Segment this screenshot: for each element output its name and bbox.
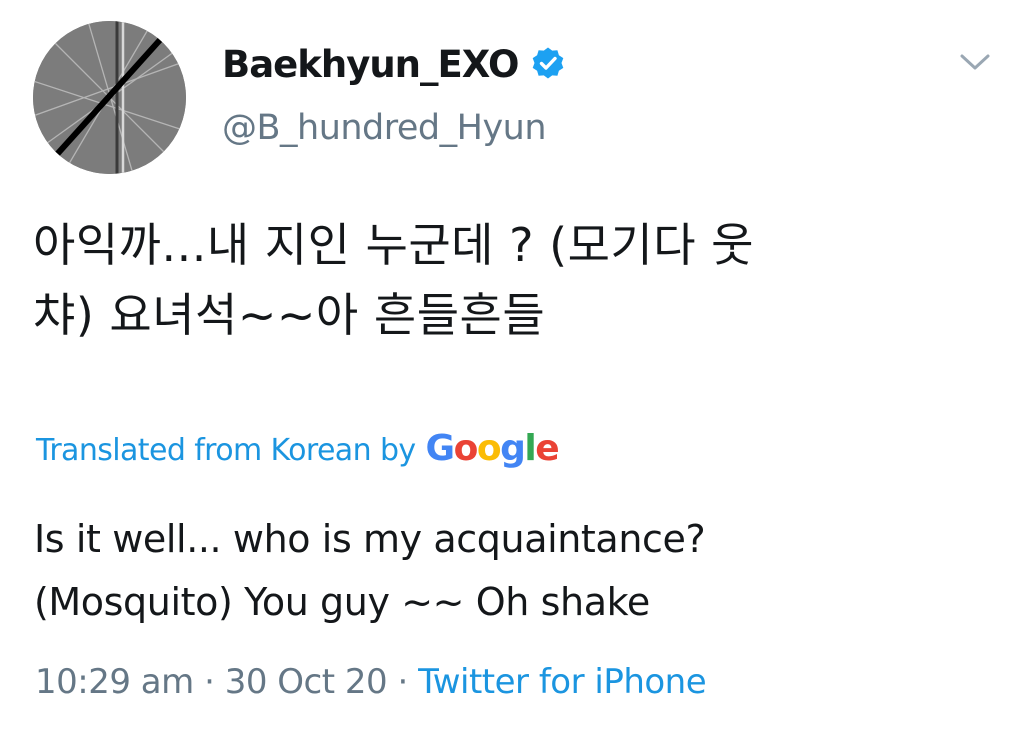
translated-from-label[interactable]: Translated from Korean by [36,433,416,468]
tweet-time[interactable]: 10:29 am [35,662,194,702]
translated-text-line: (Mosquito) You guy ~~ Oh shake [34,580,650,624]
tweet-date[interactable]: 30 Oct 20 [225,662,388,702]
verified-badge-icon [530,46,566,82]
translated-text-line: Is it well... who is my acquaintance? [34,517,706,561]
meta-separator: · [397,662,408,702]
tweet-card: Baekhyun_EXO @B_hundred_Hyun 아익까...내 지인 … [0,0,1024,731]
display-name[interactable]: Baekhyun_EXO [222,43,519,86]
tweet-text-line: 챠) 요녀석~~아 흔들흔들 [33,288,546,342]
google-logo: Google [425,428,560,469]
tweet-text-line: 아익까...내 지인 누군데 ? (모기다 웃 [33,218,754,272]
avatar[interactable] [33,21,186,174]
author-name-row[interactable]: Baekhyun_EXO [222,36,566,92]
author-handle[interactable]: @B_hundred_Hyun [222,108,547,148]
tweet-text: 아익까...내 지인 누군데 ? (모기다 웃 챠) 요녀석~~아 흔들흔들 [33,210,993,350]
chevron-down-icon[interactable] [958,48,992,76]
translation-attribution[interactable]: Translated from Korean by Google [36,428,560,469]
translated-text: Is it well... who is my acquaintance? (M… [34,508,994,634]
tweet-source-link[interactable]: Twitter for iPhone [418,662,707,702]
tweet-meta: 10:29 am · 30 Oct 20 · Twitter for iPhon… [35,662,707,702]
meta-separator: · [204,662,215,702]
avatar-image [33,21,186,174]
